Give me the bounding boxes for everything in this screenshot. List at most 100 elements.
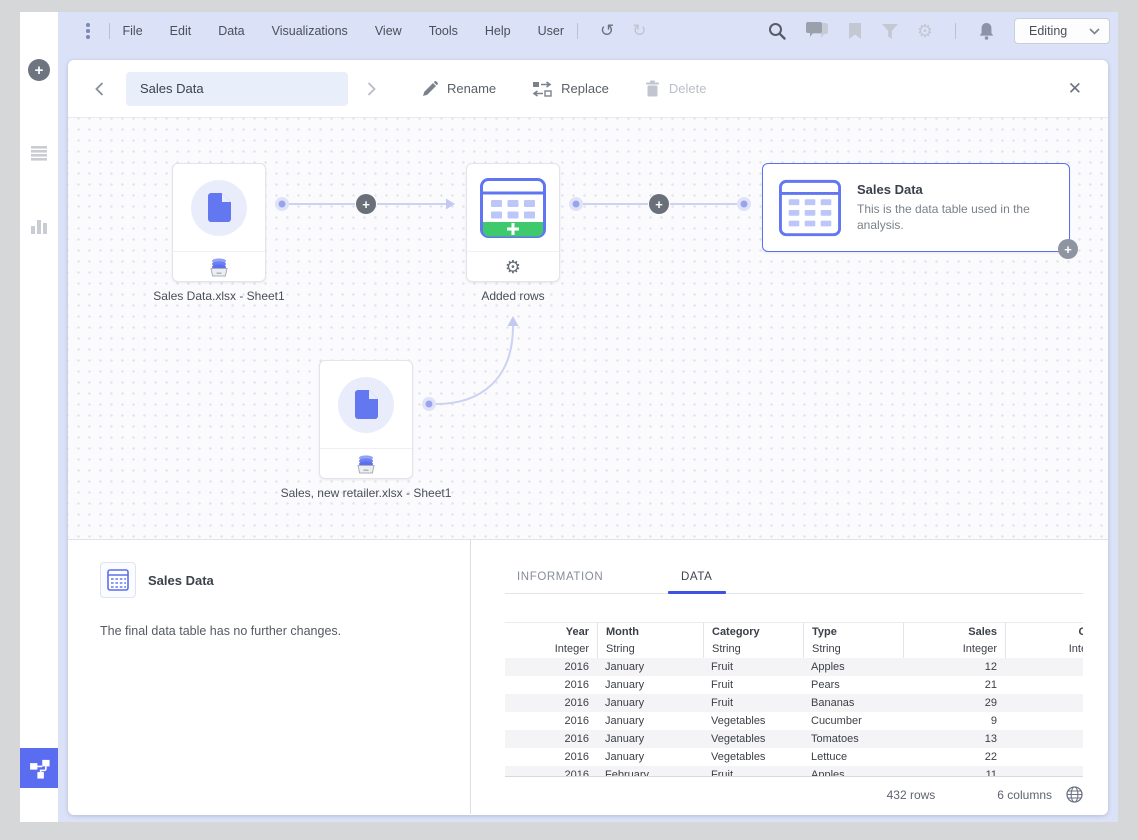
filter-icon[interactable] xyxy=(881,23,899,40)
column-header-cell[interactable]: Cost xyxy=(1005,623,1083,640)
menubar-divider xyxy=(577,23,578,39)
menubar: File Edit Data Visualizations View Tools Help U… xyxy=(58,12,1118,50)
stored-data-icon xyxy=(207,257,231,277)
table-cell: 2016 xyxy=(505,712,597,730)
table-cell: 29 xyxy=(903,694,1005,712)
kebab-menu-icon[interactable] xyxy=(80,19,96,43)
bookmarks-icon[interactable] xyxy=(847,22,863,40)
column-types-row: IntegerStringStringStringIntegerInteger xyxy=(505,640,1083,658)
settings-gear-icon[interactable]: ⚙ xyxy=(917,21,933,42)
details-summary: The final data table has no further chan… xyxy=(100,624,440,638)
table-cell: Apples xyxy=(803,766,903,777)
tab-information[interactable]: INFORMATION xyxy=(517,571,603,583)
table-cell: January xyxy=(597,748,703,766)
add-step-button[interactable]: + xyxy=(1058,239,1078,259)
table-cell xyxy=(1005,694,1083,712)
column-header-cell[interactable]: Type xyxy=(803,623,903,640)
globe-icon[interactable] xyxy=(1066,786,1083,803)
column-header-cell[interactable]: Category xyxy=(703,623,803,640)
insert-transformation-button[interactable]: + xyxy=(649,194,669,214)
redo-icon[interactable]: ↻ xyxy=(632,21,646,41)
menu-item-edit[interactable]: Edit xyxy=(170,24,192,38)
menu-item-help[interactable]: Help xyxy=(485,24,511,38)
details-pane: Sales Data The final data table has no f… xyxy=(68,540,470,814)
added-rows-icon xyxy=(480,178,546,238)
trash-icon xyxy=(645,80,660,97)
menu-item-view[interactable]: View xyxy=(375,24,402,38)
pencil-icon xyxy=(422,81,438,97)
replace-label: Replace xyxy=(561,81,609,96)
table-cell: Apples xyxy=(803,658,903,676)
insert-transformation-button[interactable]: + xyxy=(356,194,376,214)
comments-icon[interactable] xyxy=(805,22,829,40)
source-selector[interactable]: Sales Data xyxy=(126,72,348,106)
data-canvas-panel: Sales Data Rename xyxy=(68,60,1108,815)
rename-label: Rename xyxy=(447,81,496,96)
table-cell xyxy=(1005,676,1083,694)
node-source-file-2[interactable] xyxy=(319,360,413,479)
data-in-analysis-icon[interactable] xyxy=(30,145,48,161)
table-cell: January xyxy=(597,676,703,694)
table-row[interactable]: 2016JanuaryFruitPears21 xyxy=(505,676,1083,694)
table-row[interactable]: 2016JanuaryVegetablesCucumber9 xyxy=(505,712,1083,730)
table-row[interactable]: 2016JanuaryVegetablesLettuce22 xyxy=(505,748,1083,766)
table-cell: 2016 xyxy=(505,658,597,676)
operation-settings-gear-icon[interactable]: ⚙ xyxy=(505,258,521,276)
data-canvas-icon xyxy=(26,755,52,781)
document-icon xyxy=(355,390,378,419)
table-row[interactable]: 2016JanuaryFruitApples12 xyxy=(505,658,1083,676)
undo-icon[interactable]: ↺ xyxy=(600,21,614,41)
menu-item-data[interactable]: Data xyxy=(218,24,244,38)
node-final-table[interactable]: Sales Data This is the data table used i… xyxy=(762,163,1070,252)
menu-item-tools[interactable]: Tools xyxy=(429,24,458,38)
tabs-divider xyxy=(505,593,1083,594)
table-cell: Lettuce xyxy=(803,748,903,766)
table-cell: 11 xyxy=(903,766,1005,777)
main-area: File Edit Data Visualizations View Tools Help U… xyxy=(58,12,1118,822)
column-header-cell[interactable]: Year xyxy=(505,623,597,640)
replace-icon xyxy=(532,81,552,97)
data-canvas-tab[interactable] xyxy=(20,748,58,788)
rename-button[interactable]: Rename xyxy=(422,81,496,97)
close-canvas-icon[interactable]: ✕ xyxy=(1062,75,1088,103)
next-source-button[interactable] xyxy=(360,78,382,100)
table-cell xyxy=(1005,748,1083,766)
table-cell: Cucumber xyxy=(803,712,903,730)
column-header-cell: String xyxy=(597,640,703,658)
data-preview-table: YearMonthCategoryTypeSalesCostInteger Str… xyxy=(505,622,1083,777)
node-label: Sales Data.xlsx - Sheet1 xyxy=(109,289,329,303)
delete-button[interactable]: Delete xyxy=(645,80,707,97)
add-content-button[interactable]: + xyxy=(28,59,50,81)
replace-button[interactable]: Replace xyxy=(532,81,609,97)
column-header-cell[interactable]: Sales xyxy=(903,623,1005,640)
menu-item-user[interactable]: User xyxy=(538,24,564,38)
node-label: Sales, new retailer.xlsx - Sheet1 xyxy=(256,486,476,500)
data-canvas: Sales Data.xlsx - Sheet1 + xyxy=(68,118,1108,540)
visualization-types-icon[interactable] xyxy=(30,217,48,234)
column-header-cell[interactable]: Month xyxy=(597,623,703,640)
previous-source-button[interactable] xyxy=(88,78,110,100)
column-header-cell: String xyxy=(703,640,803,658)
table-row[interactable]: 2016JanuaryFruitBananas29 xyxy=(505,694,1083,712)
menu-item-file[interactable]: File xyxy=(123,24,143,38)
menu-item-visualizations[interactable]: Visualizations xyxy=(272,24,348,38)
data-table-tile xyxy=(100,562,136,598)
table-cell: January xyxy=(597,712,703,730)
table-cell: January xyxy=(597,694,703,712)
column-count: 6 columns xyxy=(997,788,1052,802)
menubar-divider xyxy=(109,23,110,39)
mode-label: Editing xyxy=(1029,24,1067,38)
tab-data[interactable]: DATA xyxy=(681,571,712,583)
data-preview-pane: INFORMATION DATA YearMonthCategoryTypeSa… xyxy=(471,540,1108,814)
column-header-cell: Integer xyxy=(903,640,1005,658)
table-cell: Vegetables xyxy=(703,730,803,748)
table-row[interactable]: 2016JanuaryVegetablesTomatoes13 xyxy=(505,730,1083,748)
table-row[interactable]: 2016FebruaryFruitApples11 xyxy=(505,766,1083,777)
node-source-file-1[interactable] xyxy=(172,163,266,282)
node-added-rows[interactable]: ⚙ xyxy=(466,163,560,282)
table-cell: Fruit xyxy=(703,694,803,712)
table-cell: Fruit xyxy=(703,676,803,694)
notifications-bell-icon[interactable] xyxy=(978,22,995,41)
mode-dropdown[interactable]: Editing xyxy=(1014,18,1110,44)
search-icon[interactable] xyxy=(767,21,787,41)
